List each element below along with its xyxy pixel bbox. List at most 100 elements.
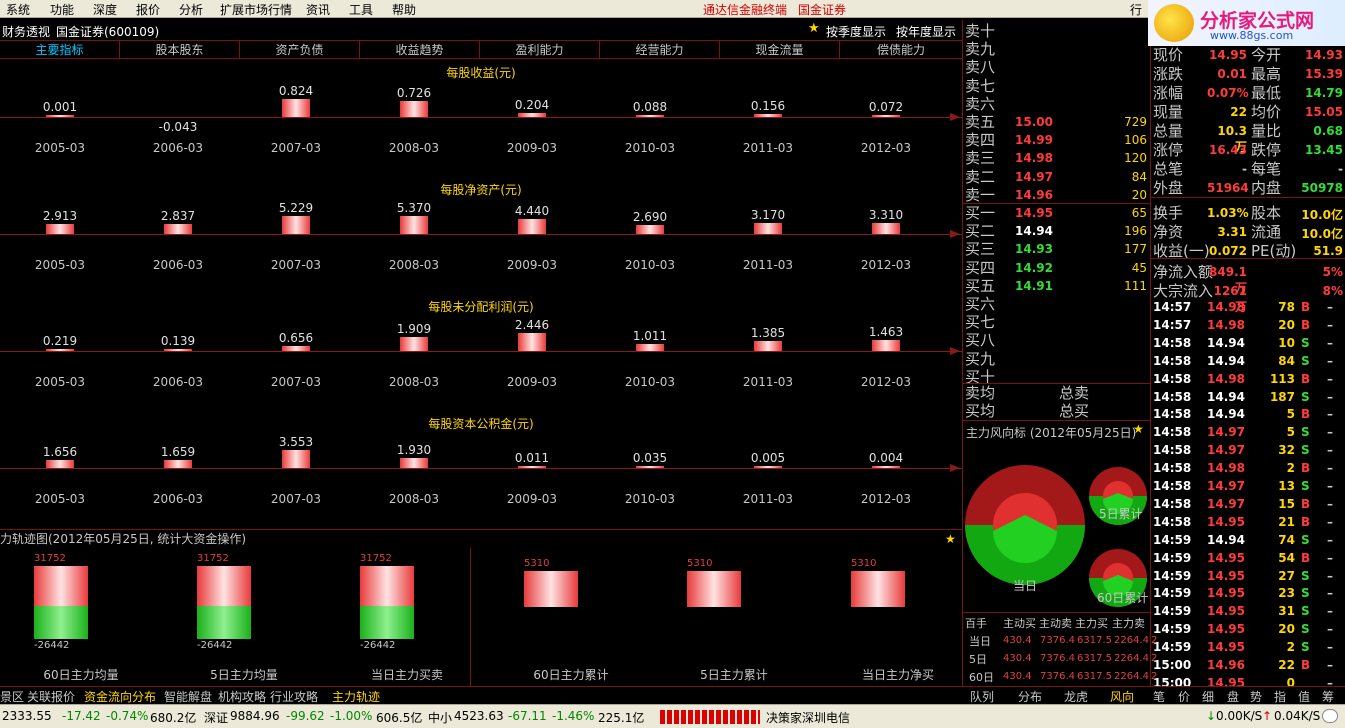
tick-dash: –: [1327, 479, 1333, 493]
tick-row[interactable]: 14:59 14.95 2 S –: [1151, 640, 1345, 658]
menu-info[interactable]: 资讯: [306, 1, 330, 18]
tick-row[interactable]: 14:58 14.94 187 S –: [1151, 390, 1345, 408]
sh-index[interactable]: 2333.55: [2, 709, 52, 723]
flow-star-icon[interactable]: ★: [945, 530, 956, 548]
tick-side: S: [1301, 389, 1310, 404]
bottom-tab[interactable]: 关联报价: [27, 688, 75, 705]
tick-price: 14.98: [1207, 300, 1245, 314]
tick-volume: 74: [1278, 532, 1295, 547]
tick-price: 14.97: [1207, 425, 1245, 440]
tick-dash: –: [1327, 317, 1333, 332]
panel-tab[interactable]: 价: [1178, 688, 1190, 705]
sz-index[interactable]: 9884.96: [230, 709, 280, 723]
menu-help[interactable]: 帮助: [392, 1, 416, 18]
panel-tab[interactable]: 值: [1298, 688, 1310, 705]
panel-tab[interactable]: 笔: [1153, 688, 1165, 705]
tick-row[interactable]: 15:00 14.96 22 B –: [1151, 658, 1345, 676]
quote-label: 内盘: [1251, 179, 1282, 197]
tick-time: 14:58: [1153, 335, 1192, 350]
tick-row[interactable]: 14:58 14.95 21 B –: [1151, 515, 1345, 533]
tick-price: 14.98: [1207, 461, 1245, 476]
bottom-tab[interactable]: 资金流向分布: [84, 688, 156, 705]
tick-row[interactable]: 14:59 14.95 31 S –: [1151, 604, 1345, 622]
tab-shareholders[interactable]: 股本股东: [120, 41, 240, 59]
panel-tab[interactable]: 龙虎: [1064, 688, 1088, 705]
tick-row[interactable]: 14:59 14.95 27 S –: [1151, 569, 1345, 587]
bottom-tab[interactable]: 机构攻略: [218, 688, 266, 705]
menu-quote[interactable]: 报价: [136, 1, 160, 18]
tab-profitability[interactable]: 盈利能力: [480, 41, 600, 59]
tick-dash: –: [1327, 371, 1333, 386]
tick-row[interactable]: 14:58 14.98 113 B –: [1151, 372, 1345, 390]
tick-list[interactable]: 14:57 14.98 78 B – 14:57 14.98 20 B – 14:58 14.94 10…: [1150, 298, 1345, 690]
menu-analysis[interactable]: 分析: [179, 1, 203, 18]
value-label: 1.659: [160, 445, 196, 459]
bottom-tab[interactable]: 智能解盘: [164, 688, 212, 705]
link-broker[interactable]: 国金证券: [798, 1, 846, 18]
zx-index[interactable]: 4523.63: [454, 709, 504, 723]
panel-tab[interactable]: 分布: [1018, 688, 1042, 705]
tick-row[interactable]: 14:59 14.95 23 S –: [1151, 586, 1345, 604]
tab-operation[interactable]: 经营能力: [600, 41, 720, 59]
tick-row[interactable]: 14:58 14.97 15 B –: [1151, 497, 1345, 515]
panel-tab[interactable]: 势: [1250, 688, 1262, 705]
total-buy-label: 总买: [1059, 402, 1090, 420]
tick-price: 14.97: [1207, 479, 1245, 493]
zl-5day-label: 5日累计: [1099, 507, 1143, 521]
panel-tab[interactable]: 筹: [1322, 688, 1334, 705]
link-terminal[interactable]: 通达信金融终端: [703, 1, 787, 18]
tab-solvency[interactable]: 偿债能力: [840, 41, 962, 59]
ime-icon[interactable]: [1322, 709, 1338, 723]
menu-bar: 系统 功能 深度 报价 分析 扩展市场行情 资讯 工具 帮助 通达信金融终端 国…: [0, 0, 1345, 18]
panel-tab[interactable]: 指: [1274, 688, 1286, 705]
season-view-button[interactable]: 按季度显示: [826, 23, 886, 40]
value-bar: [164, 349, 192, 351]
tab-income-trend[interactable]: 收益趋势: [360, 41, 480, 59]
menu-extended-market[interactable]: 扩展市场行情: [220, 1, 292, 18]
broker-server[interactable]: 决策家深圳电信: [766, 709, 850, 726]
order-volume: 45: [1131, 260, 1147, 275]
menu-quote-right[interactable]: 行: [1130, 1, 1142, 18]
tab-balance-sheet[interactable]: 资产负债: [240, 41, 360, 59]
menu-function[interactable]: 功能: [50, 1, 74, 18]
tick-row[interactable]: 14:59 14.95 20 S –: [1151, 622, 1345, 640]
panel-tab[interactable]: 队列: [970, 688, 994, 705]
tick-row[interactable]: 14:58 14.94 10 S –: [1151, 336, 1345, 354]
panel-tab[interactable]: 风向: [1110, 688, 1134, 705]
tick-row[interactable]: 14:58 14.97 32 S –: [1151, 443, 1345, 461]
tick-row[interactable]: 14:57 14.98 20 B –: [1151, 318, 1345, 336]
bottom-tabs: 景区 关联报价 资金流向分布 智能解盘 机构攻略 行业攻略 主力轨迹 队列 分布 龙虎 风向 笔价细盘…: [0, 686, 1345, 704]
tick-row[interactable]: 14:58 14.94 84 S –: [1151, 354, 1345, 372]
value-label: 1.909: [396, 322, 432, 336]
bottom-tab[interactable]: 主力轨迹: [332, 688, 380, 705]
menu-depth[interactable]: 深度: [93, 1, 117, 18]
flow-positive-label: 5310: [851, 558, 877, 569]
panel-tab[interactable]: 细: [1202, 688, 1214, 705]
order-price: 14.97: [1015, 169, 1053, 184]
tab-cash-flow[interactable]: 现金流量: [720, 41, 840, 59]
menu-tools[interactable]: 工具: [349, 1, 373, 18]
panel-tab[interactable]: 盘: [1227, 688, 1239, 705]
zl-cell: 430.4: [1003, 653, 1032, 664]
year-view-button[interactable]: 按年度显示: [896, 23, 956, 40]
tick-row[interactable]: 14:58 14.94 5 B –: [1151, 407, 1345, 425]
value-label: 1.930: [396, 443, 432, 457]
flow-positive-label: 31752: [360, 553, 392, 564]
tab-main-indicators[interactable]: 主要指标: [0, 41, 120, 59]
tick-row[interactable]: 14:57 14.98 78 B –: [1151, 300, 1345, 318]
zl-head-main-buy: 主力买: [1075, 617, 1108, 630]
tick-row[interactable]: 14:58 14.98 2 B –: [1151, 461, 1345, 479]
flow-positive-label: 5310: [687, 558, 713, 569]
tick-time: 14:58: [1153, 443, 1192, 458]
tick-row[interactable]: 14:58 14.97 5 S –: [1151, 425, 1345, 443]
bottom-tab[interactable]: 行业攻略: [270, 688, 318, 705]
tick-row[interactable]: 14:58 14.97 13 S –: [1151, 479, 1345, 497]
tick-row[interactable]: 14:59 14.94 74 S –: [1151, 533, 1345, 551]
menu-system[interactable]: 系统: [6, 1, 30, 18]
tick-row[interactable]: 14:59 14.95 54 B –: [1151, 551, 1345, 569]
value-label: 0.219: [42, 334, 78, 348]
tick-volume: 23: [1278, 586, 1295, 601]
star-icon[interactable]: ★: [808, 21, 820, 36]
bottom-tab[interactable]: 景区: [0, 688, 24, 705]
zl-star-icon[interactable]: ★: [1133, 422, 1144, 436]
